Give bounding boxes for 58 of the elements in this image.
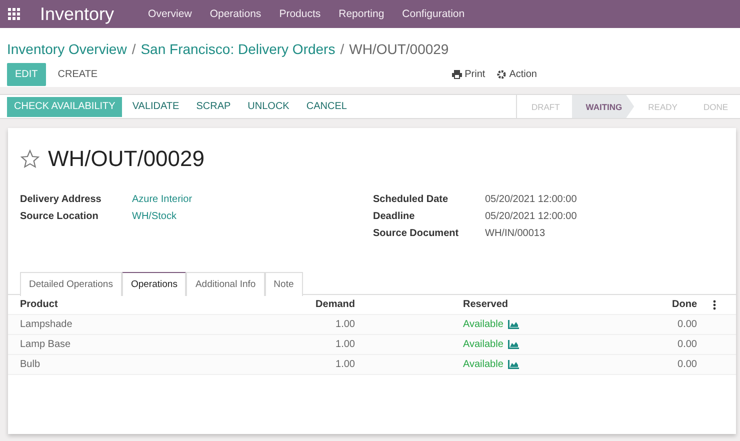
create-button[interactable]: CREATE: [50, 62, 106, 86]
field-link[interactable]: Azure Interior: [132, 194, 373, 205]
nav-menu-item[interactable]: Products: [279, 8, 321, 20]
field-label: Scheduled Date: [373, 194, 450, 205]
field-label: Source Document: [373, 228, 460, 239]
breadcrumb-link[interactable]: San Francisco: Delivery Orders: [140, 41, 336, 57]
nav-menu-item[interactable]: Overview: [148, 8, 192, 20]
action-button[interactable]: Action: [497, 68, 537, 80]
gear-icon: [497, 70, 506, 78]
field-link[interactable]: WH/Stock: [132, 211, 373, 222]
tab[interactable]: Additional Info: [186, 272, 265, 296]
app-title: Inventory: [40, 4, 114, 24]
action-button[interactable]: SCRAP: [189, 96, 238, 116]
breadcrumb-separator: /: [132, 41, 136, 57]
tab[interactable]: Note: [264, 272, 303, 296]
tab[interactable]: Operations: [122, 272, 186, 296]
breadcrumb-link[interactable]: Inventory Overview: [7, 41, 127, 57]
availability-status: Available: [463, 339, 504, 350]
field-label: Deadline: [373, 211, 416, 222]
record-title: WH/OUT/00029: [48, 146, 204, 172]
area-chart-icon[interactable]: [508, 340, 520, 349]
table-cell-text: 1.00: [334, 359, 355, 370]
breadcrumb-separator: /: [340, 41, 344, 57]
action-button[interactable]: CANCEL: [299, 96, 354, 116]
status-step[interactable]: WAITING: [572, 95, 634, 118]
printer-icon: [452, 70, 462, 78]
tab[interactable]: Detailed Operations: [20, 272, 122, 296]
breadcrumb-current: WH/OUT/00029: [349, 41, 449, 57]
print-button[interactable]: Print: [452, 68, 486, 80]
table-cell-text: Bulb: [20, 359, 42, 370]
area-chart-icon[interactable]: [508, 360, 520, 369]
action-button[interactable]: VALIDATE: [125, 96, 186, 116]
table-cell-text: 0.00: [676, 359, 697, 370]
column-header[interactable]: Reserved: [355, 299, 537, 310]
column-header[interactable]: Product: [20, 299, 255, 310]
table-cell-text: 1.00: [334, 339, 355, 350]
column-header[interactable]: Done: [537, 299, 697, 310]
field-value: WH/IN/00013: [485, 228, 546, 239]
table-cell-text: 1.00: [334, 319, 355, 330]
apps-menu-icon[interactable]: [8, 8, 20, 20]
action-button[interactable]: UNLOCK: [240, 96, 296, 116]
nav-menu-item[interactable]: Configuration: [402, 8, 465, 20]
table-cell-text: Lampshade: [20, 319, 74, 330]
field-value: 05/20/2021 12:00:00: [485, 211, 578, 222]
field-label: Delivery Address: [20, 194, 102, 205]
column-header[interactable]: Demand: [255, 299, 355, 310]
area-chart-icon[interactable]: [508, 320, 520, 329]
availability-status: Available: [463, 359, 504, 370]
more-options-icon[interactable]: [713, 300, 716, 310]
table-cell-text: 0.00: [676, 319, 697, 330]
field-label: Source Location: [20, 211, 100, 222]
table-cell-text: 0.00: [676, 339, 697, 350]
field-value: 05/20/2021 12:00:00: [485, 194, 578, 205]
nav-menu-item[interactable]: Operations: [210, 8, 262, 20]
availability-status: Available: [463, 319, 504, 330]
star-icon[interactable]: [20, 149, 40, 169]
table-cell-text: Lamp Base: [20, 339, 72, 350]
nav-menu-item[interactable]: Reporting: [338, 8, 384, 20]
